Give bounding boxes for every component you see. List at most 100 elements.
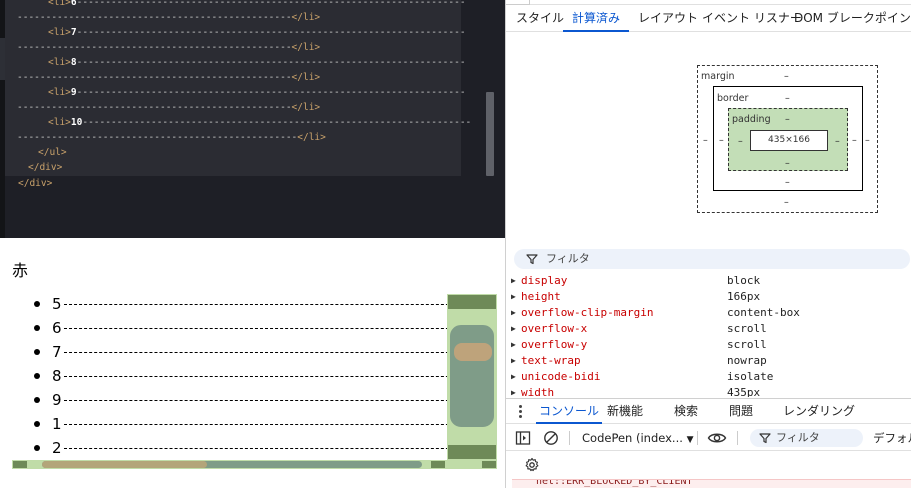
scroll-thumb-highlight bbox=[42, 461, 207, 468]
editor-content[interactable]: <li>6-----------------------------------… bbox=[5, 0, 471, 176]
tab-rendering[interactable]: レンダリング bbox=[783, 399, 855, 424]
preview-pane: 赤 5 6 7 8 9 1 2 bbox=[0, 238, 505, 488]
tab-computed[interactable]: 計算済み bbox=[563, 6, 629, 32]
box-model-margin[interactable]: margin – – – – border – – – – padding – … bbox=[697, 65, 878, 213]
eye-icon[interactable] bbox=[707, 430, 727, 446]
margin-left-value[interactable]: – bbox=[703, 135, 708, 146]
bullet-icon bbox=[34, 421, 40, 427]
editor-scrollbar-thumb[interactable] bbox=[486, 92, 494, 176]
border-bottom-value[interactable]: – bbox=[785, 177, 790, 188]
property-row[interactable]: ▶ height 166px bbox=[506, 289, 911, 305]
computed-properties-list[interactable]: ▶ display block ▶ height 166px ▶ overflow-cli… bbox=[506, 273, 911, 397]
padding-left-value[interactable]: – bbox=[738, 136, 743, 147]
margin-top-value[interactable]: – bbox=[784, 71, 789, 82]
code-tag: <li> bbox=[48, 27, 71, 38]
code-line-ul-close: </ul> bbox=[38, 145, 67, 160]
scroll-corner-button bbox=[482, 461, 496, 468]
vertical-scrollbar[interactable] bbox=[447, 294, 497, 460]
padding-right-value[interactable]: – bbox=[835, 136, 840, 147]
tab-styles[interactable]: スタイル bbox=[516, 6, 564, 32]
scroll-left-button[interactable] bbox=[13, 461, 27, 468]
devtools-top-strip bbox=[506, 0, 911, 5]
code-tag: <li> bbox=[48, 117, 71, 128]
margin-right-value[interactable]: – bbox=[865, 135, 870, 146]
property-row[interactable]: ▶ overflow-x scroll bbox=[506, 321, 911, 337]
log-levels-dropdown[interactable]: デフォル bbox=[873, 429, 911, 447]
box-model-border[interactable]: border – – – – padding – – – – 435×166 bbox=[713, 86, 863, 191]
border-right-value[interactable]: – bbox=[852, 135, 857, 146]
property-name: overflow-x bbox=[521, 322, 588, 335]
vertical-scroll-thumb[interactable] bbox=[449, 324, 495, 428]
list-item-number: 7 bbox=[52, 343, 62, 361]
more-vertical-icon[interactable] bbox=[517, 404, 525, 418]
code-line-li-close: ----------------------------------------… bbox=[17, 132, 326, 143]
dashed-line bbox=[64, 400, 464, 401]
expand-triangle-icon[interactable]: ▶ bbox=[511, 305, 516, 321]
code-line-li-close: ----------------------------------------… bbox=[17, 42, 321, 53]
code-line-li-close: ----------------------------------------… bbox=[17, 102, 321, 113]
code-editor-pane[interactable]: <li>6-----------------------------------… bbox=[0, 0, 505, 238]
console-error-message: net::ERR_BLOCKED_BY_CLIENT bbox=[512, 479, 911, 488]
list-item-number: 9 bbox=[52, 391, 62, 409]
code-line-li-open: <li>8-----------------------------------… bbox=[48, 57, 466, 68]
scroll-up-button[interactable] bbox=[448, 295, 496, 309]
expand-triangle-icon[interactable]: ▶ bbox=[511, 289, 516, 305]
box-model-content[interactable]: 435×166 bbox=[750, 130, 828, 151]
property-row[interactable]: ▶ overflow-clip-margin content-box bbox=[506, 305, 911, 321]
box-model-padding[interactable]: padding – – – – 435×166 bbox=[728, 108, 848, 171]
horizontal-scroll-thumb[interactable] bbox=[42, 461, 422, 468]
code-line-li-open: <li>7-----------------------------------… bbox=[48, 27, 466, 38]
expand-triangle-icon[interactable]: ▶ bbox=[511, 273, 516, 289]
code-tag: </ul> bbox=[38, 147, 67, 158]
scroll-down-button[interactable] bbox=[448, 445, 496, 459]
property-row[interactable]: ▶ text-wrap nowrap bbox=[506, 353, 911, 369]
gear-icon[interactable] bbox=[524, 457, 540, 473]
padding-top-value[interactable]: – bbox=[785, 114, 790, 125]
console-toolbar: CodePen (index... ▼ フィルタ デフォル bbox=[506, 425, 911, 451]
horizontal-scrollbar[interactable] bbox=[12, 460, 497, 469]
tab-layout[interactable]: レイアウト bbox=[638, 6, 698, 32]
filter-icon bbox=[526, 254, 538, 265]
padding-bottom-value[interactable]: – bbox=[785, 158, 790, 169]
list-item-number: 2 bbox=[52, 439, 62, 457]
code-line-li-open: <li>6-----------------------------------… bbox=[48, 0, 466, 10]
property-name: unicode-bidi bbox=[521, 370, 601, 383]
expand-triangle-icon[interactable]: ▶ bbox=[511, 353, 516, 369]
dashed-line bbox=[64, 352, 464, 353]
tab-search[interactable]: 検索 bbox=[674, 399, 698, 424]
dropdown-arrow-icon: ▼ bbox=[686, 435, 694, 445]
border-top-value[interactable]: – bbox=[785, 93, 790, 104]
expand-triangle-icon[interactable]: ▶ bbox=[511, 369, 516, 385]
border-left-value[interactable]: – bbox=[719, 135, 724, 146]
margin-label: margin bbox=[701, 71, 735, 82]
expand-triangle-icon[interactable]: ▶ bbox=[511, 321, 516, 337]
tab-whats-new[interactable]: 新機能 bbox=[607, 399, 643, 424]
code-tag: </div> bbox=[18, 178, 53, 189]
property-value: 435px bbox=[727, 386, 761, 397]
bullet-icon bbox=[34, 301, 40, 307]
tab-issues[interactable]: 問題 bbox=[729, 399, 753, 424]
property-row[interactable]: ▶ overflow-y scroll bbox=[506, 337, 911, 353]
property-row[interactable]: ▶ display block bbox=[506, 273, 911, 289]
property-row[interactable]: ▶ unicode-bidi isolate bbox=[506, 369, 911, 385]
margin-bottom-value[interactable]: – bbox=[784, 197, 789, 208]
expand-triangle-icon[interactable]: ▶ bbox=[511, 337, 516, 353]
property-row[interactable]: ▶ width 435px bbox=[506, 385, 911, 397]
tab-dom-breakpoints[interactable]: DOM ブレークポイント bbox=[794, 6, 911, 32]
scroll-right-button[interactable] bbox=[431, 461, 445, 468]
scroll-container[interactable]: 5 6 7 8 9 1 2 bbox=[12, 294, 497, 469]
tab-console[interactable]: コンソール bbox=[536, 399, 602, 424]
computed-filter-input[interactable]: フィルタ bbox=[514, 249, 910, 269]
devtools-strip-handle[interactable] bbox=[506, 0, 530, 5]
code-line-div-close-outer: </div> bbox=[18, 176, 52, 191]
filter-placeholder: フィルタ bbox=[546, 252, 590, 265]
console-filter-input[interactable]: フィルタ bbox=[750, 429, 863, 447]
expand-triangle-icon[interactable]: ▶ bbox=[511, 385, 516, 397]
list-item-number: 1 bbox=[52, 415, 62, 433]
context-selector-label: CodePen (index... bbox=[582, 431, 683, 445]
preview-heading: 赤 bbox=[12, 261, 29, 280]
clear-console-icon[interactable] bbox=[543, 430, 559, 446]
context-selector[interactable]: CodePen (index... ▼ bbox=[582, 429, 693, 447]
sidebar-toggle-icon[interactable] bbox=[515, 430, 531, 446]
tab-event-listeners[interactable]: イベント リスナー bbox=[702, 6, 802, 32]
